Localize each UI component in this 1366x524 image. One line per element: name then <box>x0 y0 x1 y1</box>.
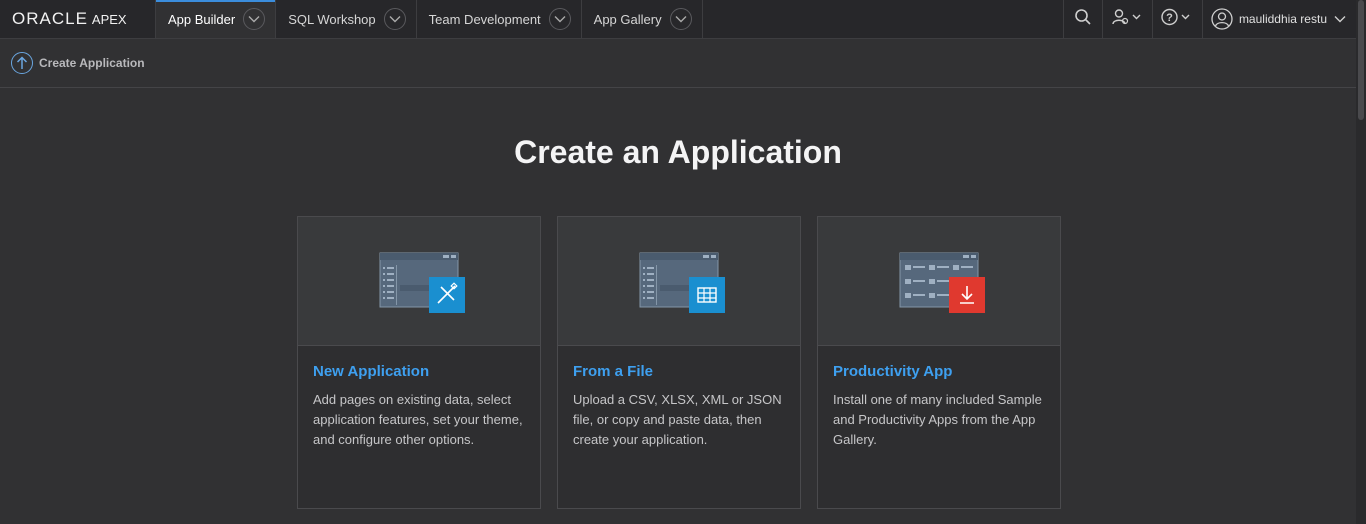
tab-label: Team Development <box>428 11 541 27</box>
search-button[interactable] <box>1062 0 1102 38</box>
gallery-wireframe-icon <box>899 252 985 313</box>
up-button[interactable] <box>11 52 33 74</box>
card-title[interactable]: Productivity App <box>833 363 952 380</box>
oracle-apex-logo[interactable]: ORACLE APEX <box>0 0 155 38</box>
logo-oracle-text: ORACLE <box>12 9 88 28</box>
card-illustration <box>298 217 540 346</box>
help-icon: ? <box>1161 8 1193 31</box>
app-wireframe-icon <box>379 252 465 313</box>
card-description: Upload a CSV, XLSX, XML or JSON file, or… <box>573 392 782 447</box>
productivity-app-card[interactable]: Productivity App Install one of many inc… <box>817 216 1061 509</box>
scrollbar-thumb[interactable] <box>1358 0 1364 120</box>
tab-team-development[interactable]: Team Development <box>417 0 582 38</box>
svg-text:?: ? <box>1167 12 1174 24</box>
arrow-up-icon <box>16 56 28 70</box>
help-menu-button[interactable]: ? <box>1151 0 1202 38</box>
card-illustration <box>818 217 1060 346</box>
from-a-file-card[interactable]: From a File Upload a CSV, XLSX, XML or J… <box>557 216 801 509</box>
breadcrumb[interactable]: Create Application <box>39 56 145 70</box>
tab-label: App Builder <box>168 11 236 27</box>
user-avatar-icon <box>1211 8 1233 30</box>
user-admin-icon <box>1112 8 1142 31</box>
tab-app-builder[interactable]: App Builder <box>155 0 277 38</box>
chevron-down-icon <box>1334 15 1346 23</box>
card-title[interactable]: New Application <box>313 363 429 380</box>
card-description: Add pages on existing data, select appli… <box>313 392 523 447</box>
administration-menu-button[interactable] <box>1101 0 1152 38</box>
chevron-down-icon[interactable] <box>548 8 571 30</box>
tab-label: SQL Workshop <box>288 11 376 27</box>
tab-app-gallery[interactable]: App Gallery <box>582 0 703 38</box>
user-name: mauliddhia restu <box>1238 12 1327 26</box>
search-icon <box>1074 8 1092 31</box>
tab-sql-workshop[interactable]: SQL Workshop <box>276 0 417 38</box>
chevron-down-icon[interactable] <box>243 8 266 30</box>
top-navigation-bar: ORACLE APEX App Builder SQL Workshop Tea… <box>0 0 1356 39</box>
new-application-card[interactable]: New Application Add pages on existing da… <box>297 216 541 509</box>
tab-label: App Gallery <box>593 11 662 27</box>
page-title: Create an Application <box>514 134 842 170</box>
chevron-down-icon[interactable] <box>383 8 406 30</box>
user-menu-button[interactable]: mauliddhia restu <box>1201 0 1356 38</box>
logo-apex-text: APEX <box>91 11 127 27</box>
vertical-scrollbar[interactable] <box>1356 0 1366 524</box>
card-title[interactable]: From a File <box>573 363 653 380</box>
card-illustration <box>558 217 800 346</box>
chevron-down-icon[interactable] <box>669 8 692 30</box>
breadcrumb-bar: Create Application <box>0 39 1356 88</box>
file-wireframe-icon <box>639 252 725 313</box>
card-description: Install one of many included Sample and … <box>833 392 1042 447</box>
